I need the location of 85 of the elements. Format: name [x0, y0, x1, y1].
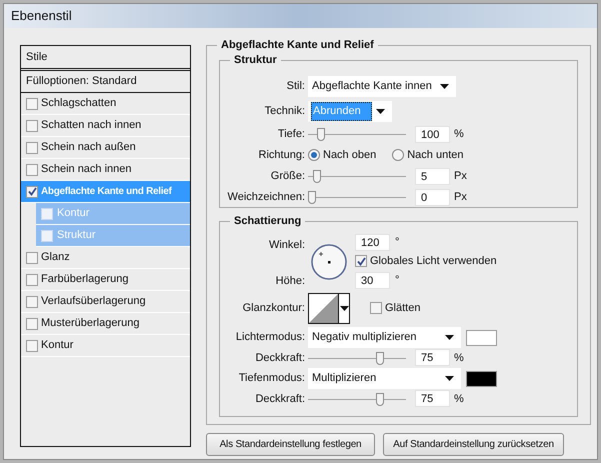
action-button[interactable]: Auf Standardeinstellung zurücksetzen — [383, 433, 564, 456]
unit-label: % — [454, 392, 464, 407]
checkbox[interactable] — [26, 296, 38, 308]
slider-thumb[interactable] — [312, 170, 320, 183]
unit-label: Px — [454, 190, 467, 206]
dropdown[interactable]: Multiplizieren — [308, 368, 461, 389]
checkbox[interactable] — [370, 302, 382, 314]
radio-button[interactable] — [308, 149, 320, 162]
number-field[interactable]: 75 — [415, 349, 450, 366]
list-item[interactable]: Schein nach außen — [21, 137, 190, 159]
checkbox[interactable] — [26, 252, 38, 264]
caret-icon — [445, 376, 454, 381]
field-label: Stil: — [286, 80, 305, 92]
checkbox[interactable] — [26, 340, 38, 352]
field-label: Deckkraft: — [255, 352, 305, 364]
checkbox-label: Glätten — [385, 300, 420, 316]
number-field[interactable]: 5 — [415, 168, 450, 185]
checkbox-label: Globales Licht verwenden — [370, 254, 497, 269]
slider-thumb[interactable] — [376, 392, 384, 406]
field-label: Winkel: — [268, 239, 305, 251]
radio-label: Nach unten — [407, 148, 464, 164]
radio-label: Nach oben — [323, 148, 376, 164]
field-label: Technik: — [264, 105, 305, 118]
checkbox[interactable] — [26, 142, 38, 154]
number-field[interactable]: 75 — [415, 390, 450, 408]
dropdown[interactable]: Negativ multiplizieren — [308, 327, 461, 348]
caret-icon — [445, 335, 454, 340]
caret-icon — [340, 306, 348, 310]
list-item[interactable]: Verlaufsüberlagerung — [21, 291, 190, 313]
number-field[interactable]: 100 — [415, 126, 450, 143]
list-item[interactable]: Glanz — [21, 247, 190, 269]
field-label: Richtung: — [258, 149, 305, 162]
checkbox[interactable] — [26, 98, 38, 110]
checkmark-icon — [356, 256, 366, 266]
number-field[interactable]: 0 — [415, 188, 450, 206]
group-title: Schattierung — [230, 214, 306, 228]
number-field[interactable]: 30 — [355, 272, 390, 288]
checkbox[interactable] — [26, 274, 38, 286]
list-item[interactable]: Farbüberlagerung — [21, 269, 190, 291]
color-swatch[interactable] — [466, 330, 497, 346]
list-item[interactable]: Schatten nach innen — [21, 115, 190, 137]
field-label: Tiefe: — [278, 128, 305, 140]
list-item[interactable]: Fülloptionen: Standard — [21, 71, 190, 93]
list-item[interactable]: Kontur — [21, 335, 190, 357]
checkbox[interactable] — [355, 255, 367, 268]
list-item[interactable]: Schlagschatten — [21, 93, 190, 115]
field-label: Tiefenmodus: — [238, 372, 305, 384]
caret-icon — [440, 84, 449, 89]
slider-track[interactable] — [308, 352, 406, 364]
checkbox[interactable] — [26, 120, 38, 132]
field-label: Höhe: — [276, 274, 305, 286]
contour-curve-icon — [309, 294, 338, 322]
unit-label: Px — [454, 169, 467, 184]
list-item[interactable]: Musterüberlagerung — [21, 313, 190, 335]
list-header: Stile — [26, 50, 48, 65]
field-label: Deckkraft: — [255, 392, 305, 405]
unit-label: ° — [395, 235, 400, 250]
slider-thumb[interactable] — [317, 128, 325, 141]
window-title: Ebenenstil — [11, 7, 72, 26]
group-title: Abgeflachte Kante und Relief — [217, 38, 378, 52]
unit-label: % — [454, 127, 464, 142]
slider-track[interactable] — [308, 128, 406, 141]
checkbox[interactable] — [26, 186, 38, 198]
field-label: Weichzeichnen: — [228, 191, 305, 204]
checkbox[interactable] — [26, 164, 38, 176]
checkbox[interactable] — [26, 318, 38, 330]
dropdown[interactable]: Abgeflachte Kante innen — [308, 76, 456, 97]
slider-thumb[interactable] — [308, 190, 316, 204]
unit-label: % — [454, 350, 464, 366]
number-field[interactable]: 120 — [355, 234, 390, 251]
slider-track[interactable] — [308, 170, 406, 183]
unit-label: ° — [395, 272, 400, 288]
field-label: Glanzkontur: — [242, 302, 305, 314]
angle-dial-icon[interactable] — [311, 244, 347, 280]
action-button[interactable]: Als Standardeinstellung festlegen — [206, 433, 375, 456]
caret-icon — [376, 108, 385, 114]
slider-track[interactable] — [308, 392, 406, 406]
contour-picker[interactable] — [308, 292, 350, 324]
color-swatch[interactable] — [466, 370, 497, 386]
radio-button[interactable] — [392, 149, 404, 162]
slider-track[interactable] — [308, 190, 406, 204]
field-label: Lichtermodus: — [236, 331, 305, 344]
checkmark-icon — [28, 187, 36, 196]
field-label: Größe: — [270, 170, 305, 182]
slider-thumb[interactable] — [376, 352, 384, 364]
